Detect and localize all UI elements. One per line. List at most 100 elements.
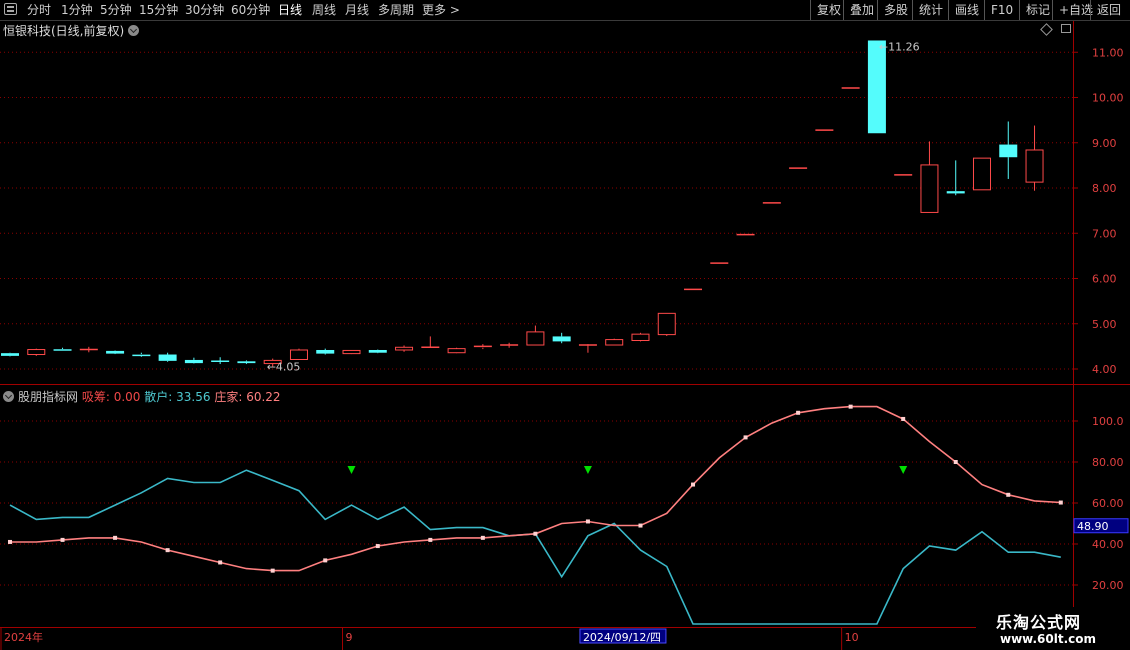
zhuangjia-marker [1058,500,1063,505]
xichou-value: 0.00 [113,390,141,404]
period-30min[interactable]: 30分钟 [185,1,224,19]
candle-body [605,339,624,346]
xichou-arrow [347,466,356,474]
candle-body [1,353,19,356]
price-tick-label: 8.00 [1092,182,1117,195]
period-monthly[interactable]: 月线 [345,1,369,19]
chevron-down-icon[interactable] [128,25,140,36]
zhuangjia-marker [113,535,118,540]
candle [657,312,676,336]
candle [946,160,965,196]
candle [920,141,939,213]
menu-icon[interactable] [4,3,17,15]
xichou-arrow [583,466,592,474]
candle [53,347,72,351]
kline-chart[interactable]: 4.00 5.00 6.00 7.00 8.00 9.00 10.00 11.00 ←11.26… [0,0,1130,650]
zhuangjia-value: 60.22 [246,390,281,404]
xichou-arrow [899,466,908,474]
candle [867,40,886,134]
back-button[interactable]: 返回 [1090,0,1127,20]
xichou-label: 吸筹: [81,390,110,404]
mark-button[interactable]: 标记 [1019,0,1056,20]
candle [605,338,624,346]
candle-body [342,349,361,355]
diamond-icon[interactable] [1040,23,1053,36]
price-tick-label: 11.00 [1092,46,1124,59]
zhuangjia-marker [218,560,223,565]
date-cursor-box [579,628,667,644]
period-5min[interactable]: 5分钟 [100,1,132,19]
indicator-title: 股朋指标网 吸筹: 0.00 散户: 33.56 庄家: 60.22 [3,388,281,405]
candle [999,121,1018,179]
candle-body [920,164,939,213]
multi-stock-button[interactable]: 多股 [877,0,914,20]
stock-title-text: 恒银科技(日线,前复权) [3,24,125,38]
period-1min[interactable]: 1分钟 [61,1,93,19]
candle-body [316,349,335,354]
f10-button[interactable]: F10 [984,0,1019,20]
candle [1025,125,1044,191]
indicator-tick-label: 100.0 [1092,415,1124,428]
candle [289,348,308,360]
candle [316,348,335,355]
price-tick-label: 9.00 [1092,137,1117,150]
time-axis-label: 2024年 [4,630,43,644]
draw-line-button[interactable]: 画线 [948,0,985,20]
period-weekly[interactable]: 周线 [312,1,336,19]
period-60min[interactable]: 60分钟 [231,1,270,19]
zhuangjia-label: 庄家: [214,390,243,404]
candle [631,332,650,342]
candle [79,346,98,353]
chevron-down-icon[interactable] [3,391,14,402]
price-tick-label: 5.00 [1092,318,1117,331]
date-cursor-label: 2024/09/12/四 [583,631,661,644]
zhuangjia-marker [8,539,12,544]
sanhu-value: 33.56 [176,390,211,404]
time-axis-label: 9 [346,631,353,644]
zhuangjia-marker [848,404,853,409]
period-fenshi[interactable]: 分时 [27,1,51,19]
zhuangjia-marker [953,460,958,464]
zhuangjia-line [10,405,1061,572]
fuquan-button[interactable]: 复权 [810,0,847,20]
window-icon[interactable] [1061,24,1071,33]
sanhu-line [9,469,1061,625]
cursor-value-box [1073,518,1129,534]
more-periods-button[interactable]: 更多 > [422,1,460,19]
low-price-label: ←4.05 [267,361,301,374]
zhuangjia-marker [901,416,906,421]
indicator-tick-label: 40.00 [1092,538,1124,551]
period-15min[interactable]: 15分钟 [139,1,178,19]
candle [132,352,151,357]
period-multi[interactable]: 多周期 [378,1,414,19]
candle [106,350,125,355]
candle-body [263,359,282,365]
zhuangjia-marker [585,519,590,524]
candle [526,325,545,346]
zhuangjia-marker [428,537,433,542]
zhuangjia-marker [270,568,275,573]
stock-title[interactable]: 恒银科技(日线,前复权) [3,22,140,39]
zhuangjia-marker [165,548,170,553]
candle-body [526,331,545,346]
zhuangjia-marker [375,544,380,549]
candle-body [631,333,650,341]
candle [237,360,256,365]
candle [500,342,519,348]
overlay-button[interactable]: 叠加 [843,0,880,20]
candle-body [972,157,991,191]
candle-body [395,346,414,351]
price-tick-label: 6.00 [1092,273,1117,286]
zhuangjia-marker [323,558,328,563]
zhuangjia-marker [480,535,485,540]
period-daily[interactable]: 日线 [278,1,302,19]
time-axis-label: 10 [845,631,859,644]
candle [552,332,571,344]
watermark-url: www.60lt.com [1000,632,1097,646]
price-tick-label: 10.00 [1092,92,1124,105]
candle-body [368,349,387,353]
candle-body [237,361,256,364]
statistics-button[interactable]: 统计 [912,0,949,20]
candle-body [867,40,886,134]
candle [395,345,414,352]
